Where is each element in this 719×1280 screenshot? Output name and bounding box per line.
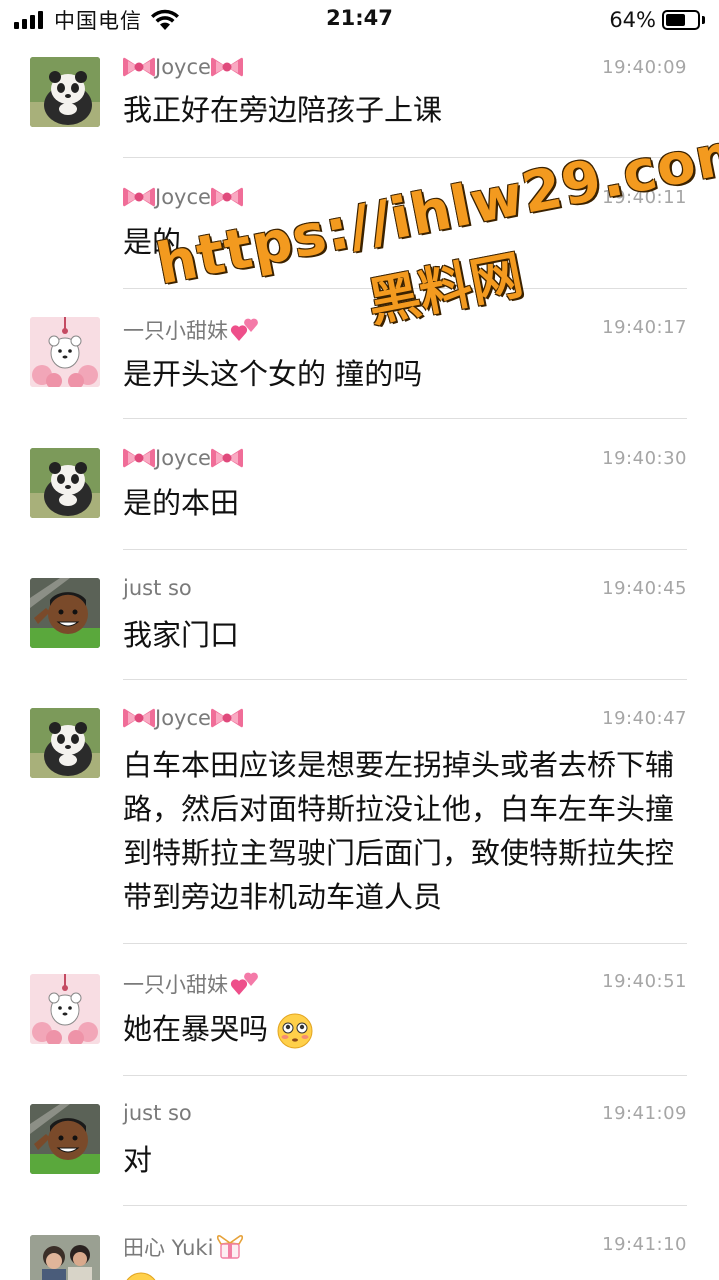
sender-label: just so bbox=[123, 576, 192, 600]
flushed-face-emoji bbox=[277, 1013, 313, 1049]
sender-name: Joyce bbox=[123, 185, 243, 209]
sender-name: 一只小甜妹 bbox=[123, 969, 260, 999]
message-item: just so 19:40:45 我家门口 bbox=[0, 576, 719, 676]
message-item: 一只小甜妹 19:40:51 她在暴哭吗 bbox=[0, 969, 719, 1069]
message-item: Joyce 19:40:30 是的本田 bbox=[0, 446, 719, 546]
panda-avatar[interactable] bbox=[30, 57, 100, 127]
sender-label: Joyce bbox=[155, 185, 211, 209]
sender-label: Joyce bbox=[155, 446, 211, 470]
sender-name: Joyce bbox=[123, 55, 243, 79]
message-item: just so 19:41:09 对 bbox=[0, 1101, 719, 1201]
sender-name: Joyce bbox=[123, 446, 243, 470]
message-text[interactable]: 是的本田 bbox=[123, 481, 693, 525]
battery-cap bbox=[702, 16, 705, 24]
message-time: 19:40:45 bbox=[602, 578, 687, 599]
message-item: 田心 Yuki 19:41:10 bbox=[0, 1232, 719, 1280]
sender-name: just so bbox=[123, 1101, 192, 1125]
message-text-content: 她在暴哭吗 bbox=[123, 1012, 269, 1046]
sender-label: 一只小甜妹 bbox=[123, 973, 228, 997]
sender-name: 一只小甜妹 bbox=[123, 315, 260, 345]
message-time: 19:40:47 bbox=[602, 708, 687, 729]
bow-icon bbox=[123, 708, 155, 728]
message-text[interactable]: 我正好在旁边陪孩子上课 bbox=[123, 88, 693, 132]
message-time: 19:40:30 bbox=[602, 448, 687, 469]
photo-avatar[interactable] bbox=[30, 1235, 100, 1280]
divider bbox=[123, 1205, 687, 1206]
sender-name: Joyce bbox=[123, 706, 243, 730]
sender-label: 田心 Yuki bbox=[123, 1236, 214, 1260]
sender-name: just so bbox=[123, 576, 192, 600]
bow-icon bbox=[210, 448, 243, 468]
message-time: 19:40:11 bbox=[602, 187, 687, 208]
sender-label: just so bbox=[123, 1101, 192, 1125]
divider bbox=[123, 418, 687, 419]
bow-icon bbox=[210, 708, 243, 728]
bow-icon bbox=[123, 448, 155, 468]
message-text[interactable]: 白车本田应该是想要左拐掉头或者去桥下辅路，然后对面特斯拉没让他，白车左车头撞到特… bbox=[123, 743, 693, 919]
status-right: 64% bbox=[609, 7, 705, 33]
divider bbox=[123, 288, 687, 289]
two-hearts-icon bbox=[230, 972, 258, 995]
bow-icon bbox=[210, 57, 243, 77]
cartoon-avatar[interactable] bbox=[30, 578, 100, 648]
message-item: Joyce 19:40:47 白车本田应该是想要左拐掉头或者去桥下辅路，然后对面… bbox=[0, 706, 719, 936]
message-text[interactable]: 是开头这个女的 撞的吗 bbox=[123, 352, 693, 396]
message-text[interactable]: 我家门口 bbox=[123, 613, 693, 657]
divider bbox=[123, 549, 687, 550]
message-time: 19:40:51 bbox=[602, 971, 687, 992]
sender-label: Joyce bbox=[155, 55, 211, 79]
message-time: 19:40:09 bbox=[602, 57, 687, 78]
divider bbox=[123, 679, 687, 680]
message-text[interactable]: 对 bbox=[123, 1138, 693, 1182]
message-time: 19:41:10 bbox=[602, 1234, 687, 1255]
message-time: 19:41:09 bbox=[602, 1103, 687, 1124]
divider bbox=[123, 157, 687, 158]
message-text[interactable]: 是的 bbox=[123, 220, 693, 264]
divider bbox=[123, 1075, 687, 1076]
battery-icon bbox=[662, 10, 700, 30]
gift-bow-icon bbox=[217, 1235, 244, 1259]
message-item: 一只小甜妹 19:40:17 是开头这个女的 撞的吗 bbox=[0, 315, 719, 415]
panda-avatar[interactable] bbox=[30, 448, 100, 518]
status-bar: 中国电信 21:47 64% bbox=[0, 0, 719, 40]
divider bbox=[123, 943, 687, 944]
bear-avatar[interactable] bbox=[30, 317, 100, 387]
bear-avatar[interactable] bbox=[30, 974, 100, 1044]
sender-label: Joyce bbox=[155, 706, 211, 730]
bow-icon bbox=[210, 187, 243, 207]
message-text[interactable]: 她在暴哭吗 bbox=[123, 1007, 693, 1051]
panda-avatar[interactable] bbox=[30, 708, 100, 778]
cartoon-avatar[interactable] bbox=[30, 1104, 100, 1174]
battery-percent: 64% bbox=[609, 8, 656, 32]
sender-name: 田心 Yuki bbox=[123, 1232, 245, 1262]
bow-icon bbox=[123, 57, 155, 77]
emoji-icon bbox=[126, 1272, 156, 1280]
two-hearts-icon bbox=[230, 318, 258, 341]
bow-icon bbox=[123, 187, 155, 207]
sender-label: 一只小甜妹 bbox=[123, 319, 228, 343]
message-item: Joyce 19:40:09 我正好在旁边陪孩子上课 bbox=[0, 55, 719, 155]
message-item: Joyce 19:40:11 是的 bbox=[0, 185, 719, 285]
message-time: 19:40:17 bbox=[602, 317, 687, 338]
